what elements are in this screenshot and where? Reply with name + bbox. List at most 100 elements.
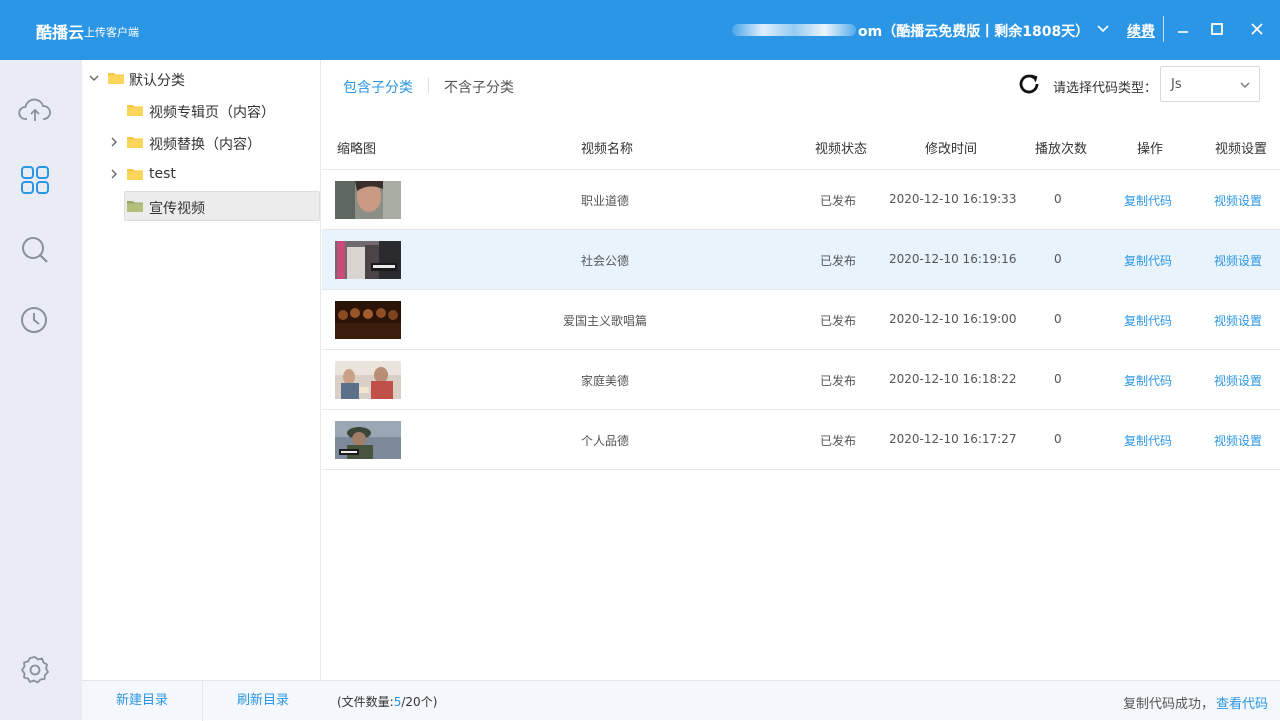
column-header-plays[interactable]: 播放次数	[1035, 138, 1087, 157]
tree-item-test[interactable]: test	[82, 159, 320, 189]
table-row[interactable]: 爱国主义歌唱篇 已发布 2020-12-10 16:19:00 0 复制代码 视…	[322, 290, 1280, 350]
modified-time: 2020-12-10 16:19:16	[889, 252, 1017, 266]
close-icon[interactable]	[1248, 20, 1266, 38]
gear-icon[interactable]	[18, 653, 52, 687]
folder-icon	[127, 105, 143, 116]
column-header-settings: 视频设置	[1215, 142, 1268, 157]
tree-item-label: 宣传视频	[149, 201, 205, 217]
play-count: 0	[1054, 312, 1062, 326]
video-status: 已发布	[820, 254, 857, 268]
video-settings-link[interactable]: 视频设置	[1214, 432, 1262, 449]
video-settings-link[interactable]: 视频设置	[1214, 312, 1262, 329]
main-panel: 包含子分类 不含子分类 请选择代码类型： Js 缩略图 视频名称 视频状态 修改…	[322, 60, 1280, 680]
table-header: 缩略图 视频名称 视频状态 修改时间 播放次数 操作 视频设置	[322, 120, 1280, 170]
app-subtitle: 上传客户端	[84, 26, 139, 39]
new-directory-button[interactable]: 新建目录	[82, 681, 202, 721]
tree-item-default-category[interactable]: 默认分类	[82, 63, 320, 93]
chevron-down-icon[interactable]	[1096, 20, 1110, 38]
video-settings-link[interactable]: 视频设置	[1214, 372, 1262, 389]
filter-include-subcategories[interactable]: 包含子分类	[343, 77, 413, 97]
file-count: (文件数量:5/20个)	[337, 693, 437, 710]
table-row[interactable]: 家庭美德 已发布 2020-12-10 16:18:22 0 复制代码 视频设置	[322, 350, 1280, 410]
refresh-directory-button[interactable]: 刷新目录	[203, 681, 323, 721]
table-row[interactable]: 职业道德 已发布 2020-12-10 16:19:33 0 复制代码 视频设置	[322, 170, 1280, 230]
status-message: 复制代码成功，	[1122, 697, 1214, 712]
video-thumbnail	[335, 181, 401, 219]
code-type-label: 请选择代码类型：	[1053, 81, 1158, 96]
video-settings-link[interactable]: 视频设置	[1214, 252, 1262, 269]
folder-tree: 默认分类 视频专辑页（内容） 视频替换（内容） test 宣传视频	[82, 60, 321, 680]
minimize-icon[interactable]	[1174, 20, 1192, 38]
video-thumbnail	[335, 421, 401, 459]
table-row[interactable]: 个人品德 已发布 2020-12-10 16:17:27 0 复制代码 视频设置	[322, 410, 1280, 470]
video-name: 社会公德	[581, 254, 630, 268]
filter-exclude-subcategories[interactable]: 不含子分类	[444, 77, 514, 97]
tree-item-album-page[interactable]: 视频专辑页（内容）	[82, 95, 320, 125]
video-thumbnail	[335, 301, 401, 339]
title-bar: 酷播云 上传客户端 om（酷播云免费版丨剩余1808天） 续费	[0, 0, 1280, 60]
tree-item-label: 视频替换（内容）	[149, 137, 261, 153]
tree-item-video-replace[interactable]: 视频替换（内容）	[82, 127, 320, 157]
video-name: 爱国主义歌唱篇	[563, 314, 648, 328]
code-type-value: Js	[1171, 77, 1182, 92]
video-status: 已发布	[820, 374, 857, 388]
video-thumbnail	[335, 361, 401, 399]
apps-icon[interactable]	[18, 163, 52, 197]
tree-item-label: 默认分类	[129, 73, 185, 89]
column-header-modified[interactable]: 修改时间	[925, 138, 977, 157]
tree-item-promo-video[interactable]: 宣传视频	[82, 191, 320, 221]
chevron-down-icon[interactable]	[88, 72, 100, 84]
modified-time: 2020-12-10 16:19:33	[889, 192, 1017, 206]
copy-code-link[interactable]: 复制代码	[1124, 252, 1172, 269]
tree-footer: 新建目录 刷新目录	[82, 680, 323, 721]
copy-code-link[interactable]: 复制代码	[1124, 312, 1172, 329]
tree-item-label: test	[149, 166, 176, 182]
status-bar: (文件数量:5/20个) 复制代码成功， 查看代码	[322, 680, 1280, 720]
renew-link[interactable]: 续费	[1127, 21, 1155, 41]
account-email-redacted	[732, 24, 856, 36]
copy-code-link[interactable]: 复制代码	[1124, 192, 1172, 209]
video-thumbnail	[335, 241, 401, 279]
folder-icon	[108, 73, 124, 84]
file-count-prefix: (文件数量:	[337, 695, 394, 709]
modified-time: 2020-12-10 16:18:22	[889, 372, 1017, 386]
maximize-icon[interactable]	[1208, 20, 1226, 38]
play-count: 0	[1054, 252, 1062, 266]
column-header-action: 操作	[1137, 142, 1164, 157]
cloud-upload-icon[interactable]	[18, 94, 52, 128]
clock-icon[interactable]	[18, 303, 52, 337]
app-logo: 酷播云	[36, 23, 85, 42]
column-header-status[interactable]: 视频状态	[815, 138, 867, 157]
table-row[interactable]: 社会公德 已发布 2020-12-10 16:19:16 0 复制代码 视频设置	[322, 230, 1280, 290]
folder-open-icon	[127, 201, 143, 212]
modified-time: 2020-12-10 16:17:27	[889, 432, 1017, 446]
play-count: 0	[1054, 432, 1062, 446]
chevron-right-icon[interactable]	[108, 136, 120, 148]
view-code-link[interactable]: 查看代码	[1216, 693, 1268, 712]
play-count: 0	[1054, 192, 1062, 206]
play-count: 0	[1054, 372, 1062, 386]
modified-time: 2020-12-10 16:19:00	[889, 312, 1017, 326]
title-bar-divider	[1163, 16, 1164, 42]
video-settings-link[interactable]: 视频设置	[1214, 192, 1262, 209]
account-email-suffix: om	[858, 24, 883, 40]
code-type-select[interactable]: Js	[1160, 66, 1260, 102]
video-name: 个人品德	[581, 434, 630, 448]
video-status: 已发布	[820, 434, 857, 448]
chevron-right-icon[interactable]	[108, 168, 120, 180]
refresh-icon[interactable]	[1017, 72, 1041, 96]
account-info[interactable]: om（酷播云免费版丨剩余1808天）	[858, 21, 1089, 41]
folder-icon	[127, 137, 143, 148]
chevron-down-icon	[1240, 82, 1250, 88]
copy-code-link[interactable]: 复制代码	[1124, 432, 1172, 449]
tree-item-label: 视频专辑页（内容）	[149, 105, 275, 121]
video-status: 已发布	[820, 194, 857, 208]
search-icon[interactable]	[18, 233, 52, 267]
column-header-thumbnail: 缩略图	[337, 142, 377, 157]
video-name: 家庭美德	[581, 374, 630, 388]
navigation-rail	[0, 60, 82, 720]
video-status: 已发布	[820, 314, 857, 328]
copy-code-link[interactable]: 复制代码	[1124, 372, 1172, 389]
column-header-video-name[interactable]: 视频名称	[581, 138, 633, 157]
file-count-suffix: /20个)	[401, 695, 438, 709]
